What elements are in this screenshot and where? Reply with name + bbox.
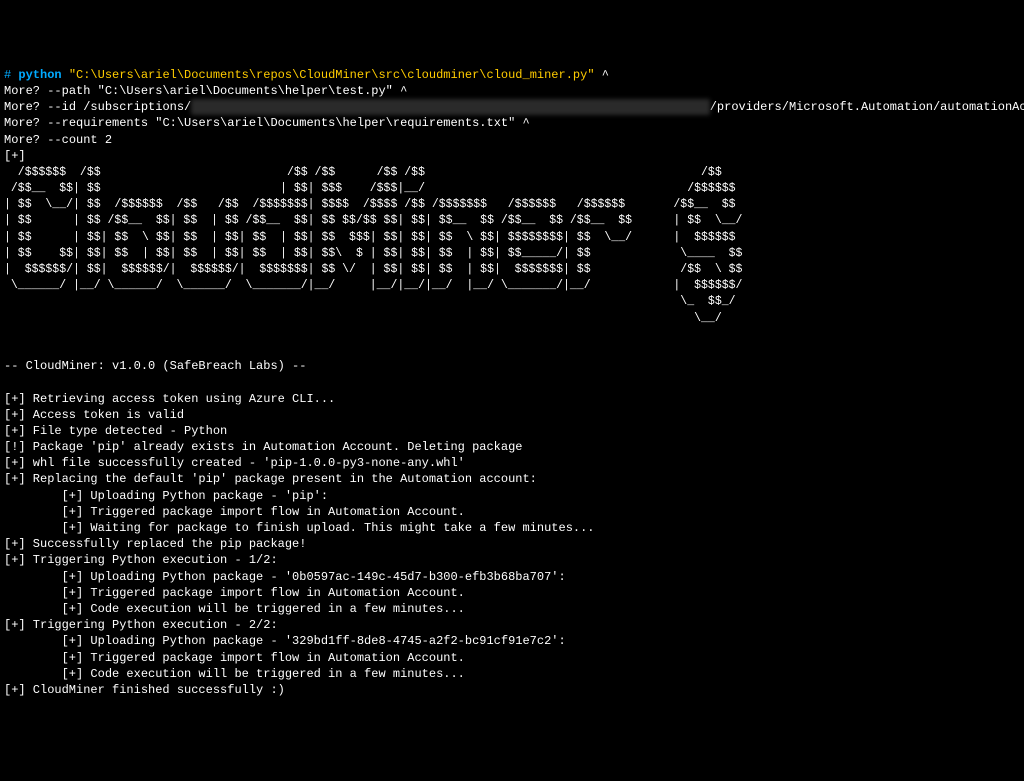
log-line: [+] Uploading Python package - 'pip': [4,489,328,503]
log-line: [+] Waiting for package to finish upload… [4,521,595,535]
log-line: [+] whl file successfully created - 'pip… [4,456,465,470]
log-line: [+] File type detected - Python [4,424,227,438]
version-line: -- CloudMiner: v1.0.0 (SafeBreach Labs) … [4,359,306,373]
log-line: [+] Access token is valid [4,408,184,422]
log-line: [!] Package 'pip' already exists in Auto… [4,440,522,454]
cloudminer-ascii-logo: /$$$$$$ /$$ /$$ /$$ /$$ /$$ /$$ /$$__ $$… [4,166,742,325]
log-line: [+] Triggered package import flow in Aut… [4,586,465,600]
log-line: [+] Replacing the default 'pip' package … [4,472,537,486]
log-line: [+] Code execution will be triggered in … [4,667,465,681]
more-line-4: More? --count 2 [4,133,112,147]
script-path: "C:\Users\ariel\Documents\repos\CloudMin… [69,68,595,82]
plus-marker: [+] [4,149,26,163]
terminal-output: # python "C:\Users\ariel\Documents\repos… [4,67,1020,698]
log-line: [+] Uploading Python package - '329bd1ff… [4,634,566,648]
log-line: [+] Code execution will be triggered in … [4,602,465,616]
python-keyword: python [18,68,61,82]
log-line: [+] CloudMiner finished successfully :) [4,683,285,697]
log-line: [+] Triggering Python execution - 2/2: [4,618,278,632]
more-line-1: More? --path "C:\Users\ariel\Documents\h… [4,84,407,98]
more-line-2: More? --id /subscriptions/██████████████… [4,100,1024,114]
log-line: [+] Triggered package import flow in Aut… [4,651,465,665]
log-line: [+] Retrieving access token using Azure … [4,392,335,406]
line-caret: ^ [595,68,609,82]
log-line: [+] Triggered package import flow in Aut… [4,505,465,519]
prompt-hash: # [4,68,11,82]
log-line: [+] Uploading Python package - '0b0597ac… [4,570,566,584]
log-line: [+] Successfully replaced the pip packag… [4,537,306,551]
log-line: [+] Triggering Python execution - 1/2: [4,553,278,567]
more-line-3: More? --requirements "C:\Users\ariel\Doc… [4,116,530,130]
redacted-subscription-id: ████████████████████████████████████████… [191,99,709,115]
